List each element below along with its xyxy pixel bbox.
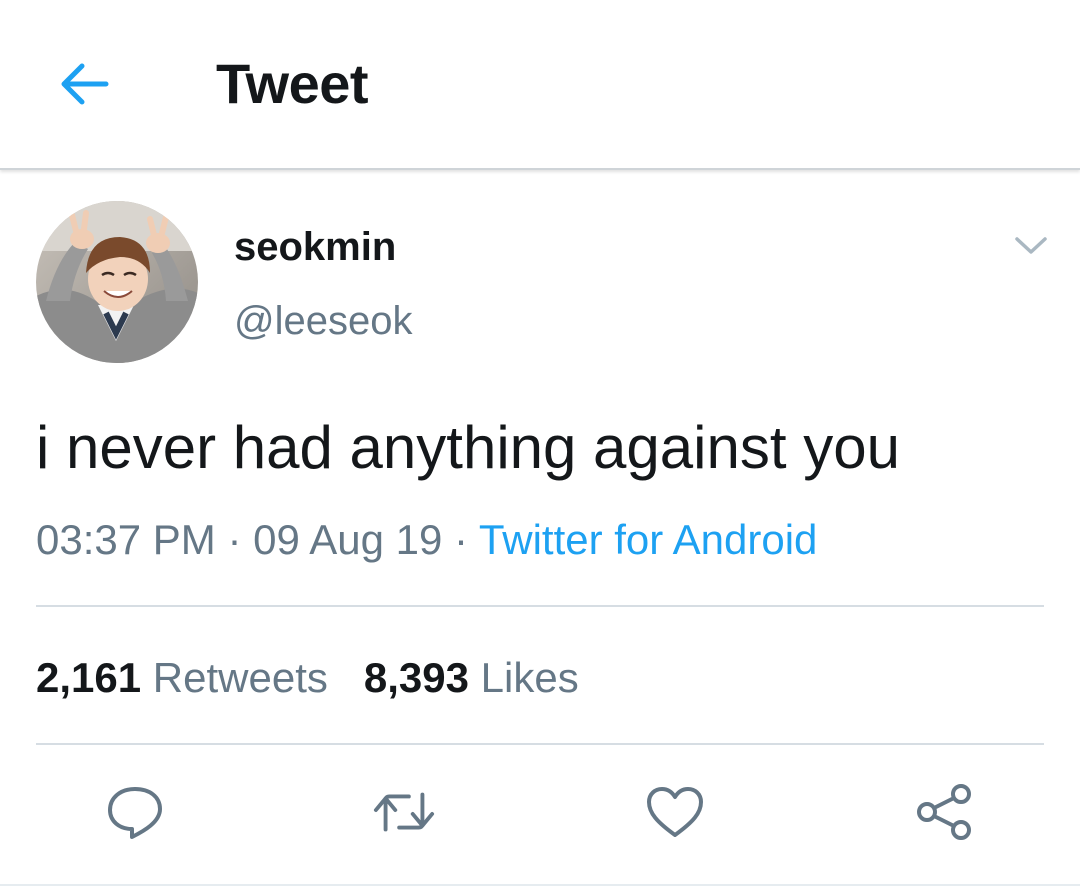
share-button[interactable] — [913, 780, 977, 844]
tweet-date: 09 Aug 19 — [253, 516, 443, 563]
likes-label: Likes — [480, 654, 579, 701]
tweet-text: i never had anything against you — [36, 414, 900, 481]
divider — [36, 605, 1044, 607]
profile-photo — [36, 201, 198, 363]
share-icon — [917, 784, 971, 840]
reply-button[interactable] — [103, 780, 167, 844]
tweet-time: 03:37 PM — [36, 516, 216, 563]
likes-stat[interactable]: 8,393 Likes — [364, 654, 579, 701]
heart-icon — [647, 787, 703, 837]
top-app-bar: Tweet — [0, 0, 1080, 170]
retweet-button[interactable] — [372, 780, 436, 844]
arrow-left-icon — [61, 63, 109, 105]
divider — [0, 884, 1080, 886]
tweet-source-link[interactable]: Twitter for Android — [479, 516, 817, 563]
avatar[interactable] — [36, 201, 198, 363]
likes-count: 8,393 — [363, 654, 469, 701]
author-display-name[interactable]: seokmin — [234, 222, 396, 272]
back-button[interactable] — [52, 52, 116, 116]
retweet-icon — [373, 792, 435, 832]
chevron-down-icon — [1015, 237, 1047, 254]
retweets-label: Retweets — [152, 654, 328, 701]
page-title: Tweet — [216, 52, 369, 115]
divider — [36, 743, 1044, 745]
tweet-stats: 2,161 Retweets 8,393 Likes — [36, 652, 579, 704]
retweets-count: 2,161 — [36, 654, 142, 701]
speech-bubble-icon — [108, 787, 162, 839]
retweets-stat[interactable]: 2,161 Retweets — [36, 654, 328, 701]
like-button[interactable] — [643, 780, 707, 844]
author-handle[interactable]: @leeseok — [234, 296, 412, 346]
more-options-button[interactable] — [1008, 226, 1054, 266]
tweet-metadata: 03:37 PM · 09 Aug 19 · Twitter for Andro… — [36, 514, 817, 566]
meta-separator: · — [453, 516, 468, 563]
meta-separator: · — [227, 516, 242, 563]
